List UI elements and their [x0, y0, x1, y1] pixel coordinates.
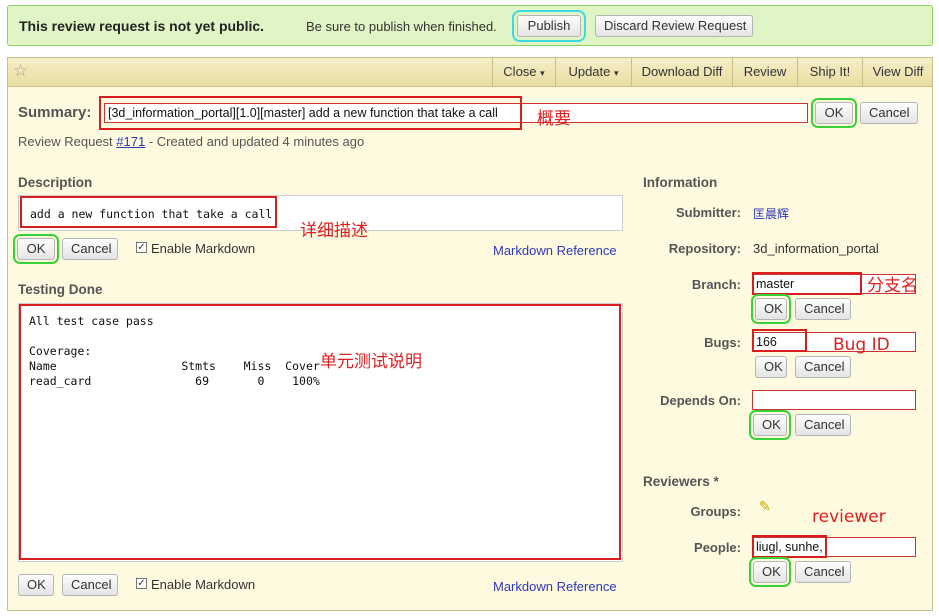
- groups-label: Groups:: [690, 504, 741, 519]
- chevron-down-icon: ▾: [540, 68, 545, 78]
- branch-annotation: 分支名: [867, 276, 918, 296]
- branch-highlight-box: [752, 272, 862, 295]
- description-markdown-reference-link[interactable]: Markdown Reference: [493, 243, 617, 258]
- people-cancel-button[interactable]: Cancel: [795, 561, 851, 583]
- meta-suffix: - Created and updated 4 minutes ago: [148, 134, 365, 149]
- branch-label: Branch:: [691, 277, 741, 292]
- update-menu[interactable]: Update ▾: [555, 58, 631, 86]
- description-cancel-button[interactable]: Cancel: [62, 238, 118, 260]
- pencil-icon[interactable]: ✎: [759, 499, 771, 515]
- description-title: Description: [18, 175, 93, 190]
- repository-value: 3d_information_portal: [753, 241, 879, 256]
- update-menu-label: Update: [568, 64, 611, 79]
- depends-on-cancel-button[interactable]: Cancel: [795, 414, 851, 436]
- summary-annotation: 概要: [537, 109, 571, 129]
- ship-it-link[interactable]: Ship It!: [797, 58, 862, 86]
- star-icon[interactable]: ☆: [13, 61, 28, 81]
- summary-cancel-button[interactable]: Cancel: [860, 102, 918, 124]
- bugs-annotation: Bug ID: [833, 335, 890, 355]
- review-link[interactable]: Review: [732, 58, 797, 86]
- bugs-cancel-button[interactable]: Cancel: [795, 356, 851, 378]
- description-markdown-label: Enable Markdown: [151, 241, 256, 256]
- branch-ok-button[interactable]: OK: [751, 294, 791, 324]
- close-menu-label: Close: [503, 64, 537, 79]
- people-ok-button[interactable]: OK: [749, 557, 791, 587]
- description-ok-button[interactable]: OK: [13, 234, 59, 264]
- discard-review-request-button[interactable]: Discard Review Request: [595, 15, 753, 37]
- view-diff-link[interactable]: View Diff: [862, 58, 933, 86]
- repository-label: Repository:: [668, 241, 741, 256]
- testing-markdown-checkbox[interactable]: ✓: [136, 578, 147, 589]
- testing-ok-button[interactable]: OK: [18, 574, 54, 596]
- branch-cancel-button[interactable]: Cancel: [795, 298, 851, 320]
- summary-ok-button[interactable]: OK: [811, 98, 857, 128]
- download-diff-link[interactable]: Download Diff: [631, 58, 732, 86]
- submitter-value[interactable]: 匡晨辉: [753, 205, 789, 222]
- review-request-id-link[interactable]: #171: [116, 134, 145, 149]
- close-menu[interactable]: Close ▾: [492, 58, 555, 86]
- reviewers-title-text: Reviewers: [643, 474, 710, 489]
- bugs-highlight-box: [752, 329, 807, 352]
- bugs-label: Bugs:: [704, 335, 741, 350]
- testing-markdown-label: Enable Markdown: [151, 577, 256, 592]
- people-label: People:: [694, 540, 741, 555]
- action-bar: ☆ Close ▾ Update ▾ Download Diff Review …: [8, 58, 932, 87]
- banner-hint: Be sure to publish when finished.: [306, 19, 497, 34]
- testing-done-highlight-box: [19, 304, 621, 560]
- information-title: Information: [643, 175, 718, 190]
- testing-markdown-reference-link[interactable]: Markdown Reference: [493, 579, 617, 594]
- meta-prefix: Review Request: [18, 134, 113, 149]
- chevron-down-icon: ▾: [614, 68, 619, 78]
- bugs-ok-button[interactable]: OK: [755, 356, 787, 378]
- testing-done-title: Testing Done: [18, 282, 103, 297]
- summary-label: Summary:: [18, 104, 92, 121]
- required-mark: *: [713, 474, 719, 489]
- unpublished-banner: This review request is not yet public. B…: [7, 5, 933, 46]
- testing-done-annotation: 单元测试说明: [320, 352, 422, 372]
- people-highlight-box: [752, 535, 827, 558]
- depends-on-input[interactable]: [752, 390, 916, 410]
- reviewers-title: Reviewers *: [643, 474, 719, 489]
- depends-on-label: Depends On:: [660, 393, 741, 408]
- description-annotation: 详细描述: [300, 221, 368, 241]
- testing-cancel-button[interactable]: Cancel: [62, 574, 118, 596]
- depends-on-ok-button[interactable]: OK: [749, 410, 791, 440]
- description-highlight-box: [20, 196, 277, 228]
- summary-highlight-box: [99, 96, 522, 130]
- reviewer-annotation: reviewer: [812, 507, 886, 527]
- review-request-meta: Review Request #171 - Created and update…: [18, 134, 364, 149]
- description-markdown-checkbox[interactable]: ✓: [136, 242, 147, 253]
- banner-headline: This review request is not yet public.: [19, 18, 265, 34]
- submitter-label: Submitter:: [676, 205, 741, 220]
- publish-button[interactable]: Publish: [512, 10, 586, 42]
